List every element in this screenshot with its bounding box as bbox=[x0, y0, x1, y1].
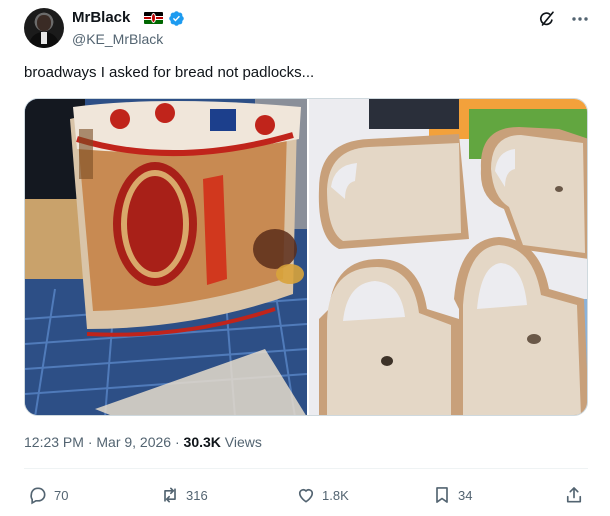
padlock-shaped-bread-photo[interactable] bbox=[309, 99, 587, 415]
avatar[interactable] bbox=[24, 8, 64, 48]
post-card: MrBlack @KE_MrBlack broadways I asked fo… bbox=[0, 0, 610, 516]
views-count: 30.3K bbox=[183, 434, 221, 450]
verified-badge-icon bbox=[169, 11, 184, 26]
divider bbox=[24, 468, 588, 469]
repost-button[interactable]: 316 bbox=[160, 484, 208, 506]
post-header: MrBlack @KE_MrBlack bbox=[22, 6, 592, 50]
author-handle[interactable]: @KE_MrBlack bbox=[72, 31, 163, 47]
avatar-face bbox=[37, 15, 51, 31]
bookmark-icon bbox=[436, 487, 448, 503]
media-grid bbox=[24, 98, 588, 416]
grok-icon[interactable] bbox=[538, 10, 556, 28]
avatar-shirt bbox=[41, 32, 47, 44]
reply-count: 70 bbox=[54, 487, 69, 503]
post-text: broadways I asked for bread not padlocks… bbox=[24, 64, 315, 81]
bookmark-count: 34 bbox=[458, 487, 473, 503]
reply-icon bbox=[30, 487, 46, 505]
views-label: Views bbox=[220, 434, 262, 450]
reply-button[interactable]: 70 bbox=[28, 484, 68, 506]
repost-icon bbox=[164, 487, 176, 503]
heart-icon bbox=[298, 488, 314, 503]
post-timestamp[interactable]: 12:23 PM · Mar 9, 2026 · bbox=[24, 434, 184, 450]
display-name[interactable]: MrBlack bbox=[72, 9, 130, 26]
post-meta: 12:23 PM · Mar 9, 2026 · 30.3K Views bbox=[24, 434, 262, 450]
action-bar: 70 316 1.8K 34 bbox=[24, 484, 588, 508]
repost-count: 316 bbox=[186, 487, 208, 503]
kenya-flag-icon bbox=[144, 12, 163, 24]
like-count: 1.8K bbox=[322, 487, 349, 503]
like-button[interactable]: 1.8K bbox=[296, 484, 349, 506]
bread-bag-photo[interactable] bbox=[25, 99, 307, 415]
share-button[interactable] bbox=[564, 484, 590, 506]
more-options-icon[interactable] bbox=[570, 10, 590, 28]
share-icon bbox=[566, 487, 582, 503]
bookmark-button[interactable]: 34 bbox=[432, 484, 472, 506]
